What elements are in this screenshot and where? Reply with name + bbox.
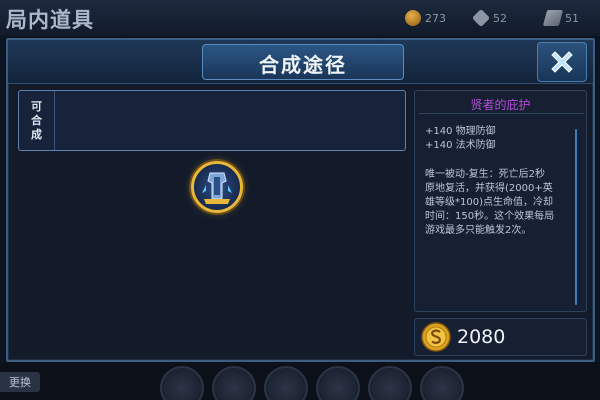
stat-magic-defense: +140 法术防御 (425, 140, 496, 151)
synthesizable-label: 可 合 成 (19, 91, 55, 150)
diamond-count: 52 (493, 11, 507, 25)
voucher-currency: 51 (542, 9, 579, 27)
stat-physical-defense: +140 物理防御 (425, 126, 496, 137)
price-panel: 2080 (414, 318, 587, 356)
diamond-currency: 52 (471, 8, 507, 28)
gold-currency: 273 (405, 9, 446, 27)
gold-coin-icon (405, 10, 421, 26)
swap-button[interactable]: 更换 (0, 372, 40, 392)
item-icon[interactable] (191, 161, 243, 213)
item-info-panel: 贤者的庇护 +140 物理防御 +140 法术防御 唯一被动-复生：死亡后2秒 … (414, 90, 587, 312)
item-price: 2080 (457, 326, 506, 348)
synthesis-dialog: 合成途径 可 合 成 贤者的庇护 +140 物理防御 +140 法术防御 唯一被… (6, 38, 595, 362)
diamond-icon (471, 8, 491, 28)
item-name: 贤者的庇护 (470, 98, 531, 112)
voucher-icon (542, 10, 564, 26)
close-button[interactable] (537, 42, 587, 82)
synthesizable-row: 可 合 成 (18, 90, 406, 151)
dialog-title: 合成途径 (259, 53, 347, 77)
divider (419, 113, 584, 114)
hero-armor-item-icon (202, 172, 232, 204)
background-page-title: 局内道具 (6, 8, 94, 32)
item-stats: +140 物理防御 +140 法术防御 (425, 125, 496, 153)
voucher-count: 51 (565, 11, 579, 25)
gold-count: 273 (425, 11, 446, 25)
description-scrollbar[interactable] (575, 129, 577, 305)
gold-coin-icon (421, 322, 451, 352)
item-description: 唯一被动-复生：死亡后2秒 原地复活，并获得(2000+英 雄等级*100)点生… (425, 169, 555, 236)
close-x-icon (551, 51, 573, 73)
